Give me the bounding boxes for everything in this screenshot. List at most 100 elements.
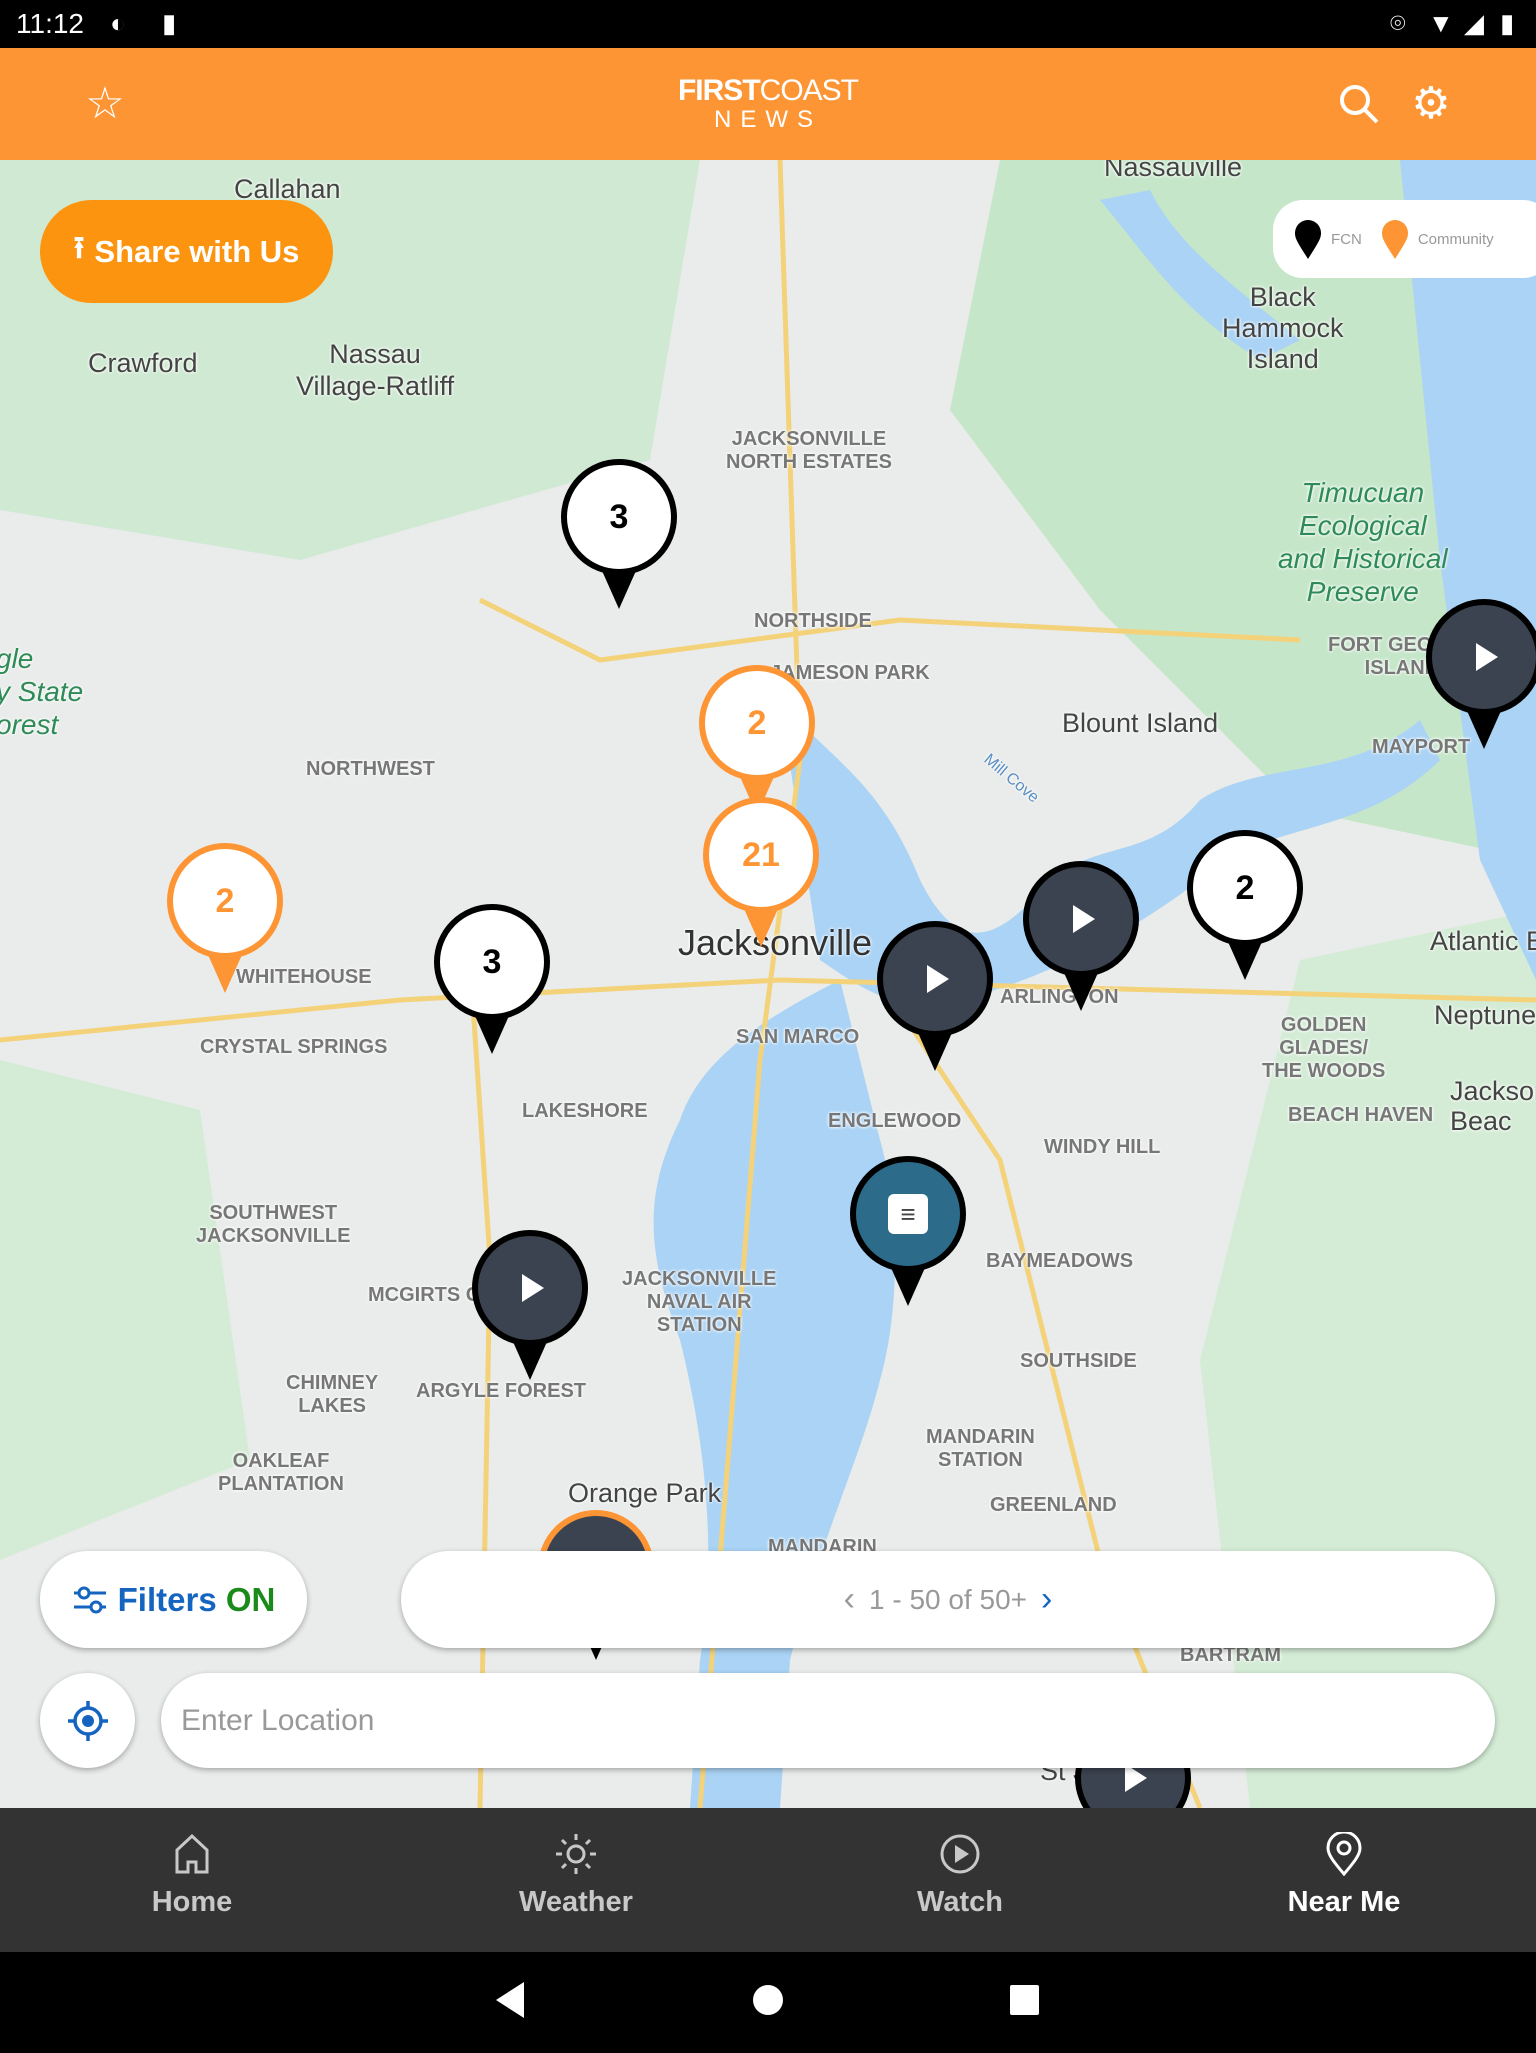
map-pin-cluster[interactable]: 3 — [561, 459, 677, 609]
cluster-count: 3 — [434, 904, 550, 1020]
cluster-count: 21 — [703, 797, 819, 913]
location-pin-icon — [1326, 1832, 1362, 1876]
map-pin-article[interactable]: ≡ — [850, 1156, 966, 1306]
logo-first: FIRST — [677, 74, 761, 107]
logo-news: NEWS — [714, 106, 822, 133]
map-pin-video[interactable] — [472, 1230, 588, 1380]
legend-community: Community — [1417, 230, 1494, 248]
nav-label: Near Me — [1287, 1886, 1401, 1918]
filters-label: Filters — [117, 1580, 217, 1618]
chevron-right-icon[interactable]: › — [1041, 1580, 1052, 1619]
location-status-icon: ⌾ — [1390, 8, 1406, 38]
map-label: Timucuan Ecological and Historical Prese… — [1278, 477, 1448, 607]
nav-watch[interactable]: Watch — [768, 1808, 1152, 1952]
map-label: JACKSONVILLE NAVAL AIR STATION — [622, 1268, 777, 1336]
map-label: Jackson Beac — [1450, 1076, 1536, 1136]
map-label: BEACH HAVEN — [1288, 1104, 1434, 1126]
first-coast-news-logo: FIRSTCOAST NEWS — [672, 76, 864, 134]
map-label: SOUTHSIDE — [1020, 1350, 1137, 1372]
notification-icon: ◐ — [110, 8, 126, 38]
system-navigation-bar — [0, 1952, 1536, 2048]
map-label: Blount Island — [1062, 708, 1219, 738]
map-label: Atlantic B — [1430, 926, 1536, 956]
pager-text: 1 - 50 of 50+ — [868, 1583, 1027, 1615]
map-label: CRYSTAL SPRINGS — [200, 1036, 388, 1058]
map-label: WINDY HILL — [1044, 1136, 1161, 1158]
map-label: Nassauville — [1104, 160, 1243, 182]
search-icon[interactable] — [1331, 76, 1387, 140]
community-pin-icon — [1381, 220, 1408, 259]
crosshair-icon — [67, 1700, 108, 1741]
back-icon[interactable] — [496, 1982, 524, 2018]
map-label: GREENLAND — [990, 1494, 1117, 1516]
map-label: GOLDEN GLADES/ THE WOODS — [1262, 1014, 1386, 1082]
map-pin-community-cluster[interactable]: 21 — [703, 797, 819, 947]
map-pin-community-cluster[interactable]: 2 — [167, 843, 283, 993]
nav-label: Weather — [519, 1886, 633, 1918]
share-label: Share with Us — [94, 233, 300, 269]
map-label: MCGIRTS C — [368, 1284, 481, 1306]
map-label: ARGYLE FOREST — [416, 1380, 587, 1402]
filters-state: ON — [225, 1580, 276, 1618]
cluster-count: 2 — [167, 843, 283, 959]
map-pin-cluster[interactable]: 2 — [1187, 830, 1303, 980]
share-with-us-button[interactable]: ⭱ Share with Us — [40, 200, 333, 303]
nav-label: Home — [151, 1886, 233, 1918]
nav-label: Watch — [917, 1886, 1003, 1918]
map-label: MANDARIN STATION — [926, 1426, 1035, 1471]
map-pin-video[interactable] — [1023, 861, 1139, 1011]
play-circle-icon — [940, 1834, 980, 1874]
map-label: BAYMEADOWS — [986, 1250, 1134, 1272]
results-pager: ‹ 1 - 50 of 50+ › — [401, 1551, 1495, 1648]
sd-card-icon: ▮ — [162, 8, 177, 38]
map-pin-video[interactable] — [877, 921, 993, 1071]
play-icon — [472, 1230, 588, 1346]
map-label: Nassau Village-Ratliff — [296, 339, 455, 401]
logo-coast: COAST — [759, 74, 859, 107]
play-icon — [1023, 861, 1139, 977]
sun-icon — [556, 1834, 596, 1874]
upload-icon: ⭱ — [73, 230, 85, 265]
fcn-pin-icon — [1295, 220, 1321, 259]
nav-weather[interactable]: Weather — [384, 1808, 768, 1952]
map-label: ENGLEWOOD — [828, 1110, 962, 1132]
app-header: ☆ FIRSTCOAST NEWS ⚙ — [0, 48, 1536, 160]
map-label: LAKESHORE — [522, 1100, 648, 1122]
map-label: SAN MARCO — [736, 1026, 860, 1048]
enter-location-input[interactable] — [161, 1673, 1495, 1768]
map-label: NORTHWEST — [306, 758, 435, 780]
nav-home[interactable]: Home — [0, 1808, 384, 1952]
map-pin-cluster[interactable]: 3 — [434, 904, 550, 1054]
nav-near-me[interactable]: Near Me — [1152, 1808, 1536, 1952]
map-label: Black Hammock Island — [1222, 282, 1344, 374]
legend-fcn: FCN — [1331, 230, 1362, 248]
map-view[interactable]: Callahan Nassauville Crawford Nassau Vil… — [0, 160, 1536, 1808]
status-bar: 11:12 ◐ ▮ ⌾ ▼ ◢ ▮ — [0, 0, 1536, 48]
map-label: JACKSONVILLE NORTH ESTATES — [726, 428, 892, 473]
cluster-count: 3 — [561, 459, 677, 575]
home-icon — [175, 1833, 209, 1874]
map-label: Neptune — [1434, 1000, 1536, 1030]
play-icon — [1426, 599, 1536, 715]
chevron-left-icon[interactable]: ‹ — [844, 1580, 855, 1619]
map-label: NORTHSIDE — [754, 610, 872, 632]
my-location-button[interactable] — [40, 1673, 135, 1768]
home-circle-icon[interactable] — [753, 1985, 783, 2015]
map-pin-video[interactable] — [1426, 599, 1536, 749]
signal-icon: ◢ — [1464, 8, 1484, 38]
star-icon[interactable]: ☆ — [77, 76, 133, 132]
bottom-navigation: Home Weather Watch Near Me — [0, 1808, 1536, 1952]
cluster-count: 2 — [699, 665, 815, 781]
map-label: Crawford — [88, 348, 198, 378]
map-legend: FCN Community — [1273, 200, 1536, 278]
recents-icon[interactable] — [1010, 1985, 1039, 2015]
gear-icon[interactable]: ⚙ — [1403, 76, 1459, 132]
cluster-count: 2 — [1187, 830, 1303, 946]
wifi-icon: ▼ — [1428, 8, 1454, 38]
play-icon — [877, 921, 993, 1037]
sliders-icon — [73, 1586, 106, 1613]
filters-button[interactable]: Filters ON — [40, 1551, 307, 1648]
article-icon: ≡ — [888, 1194, 928, 1234]
status-time: 11:12 — [16, 8, 84, 39]
map-pin-community-cluster[interactable]: 2 — [699, 665, 815, 815]
